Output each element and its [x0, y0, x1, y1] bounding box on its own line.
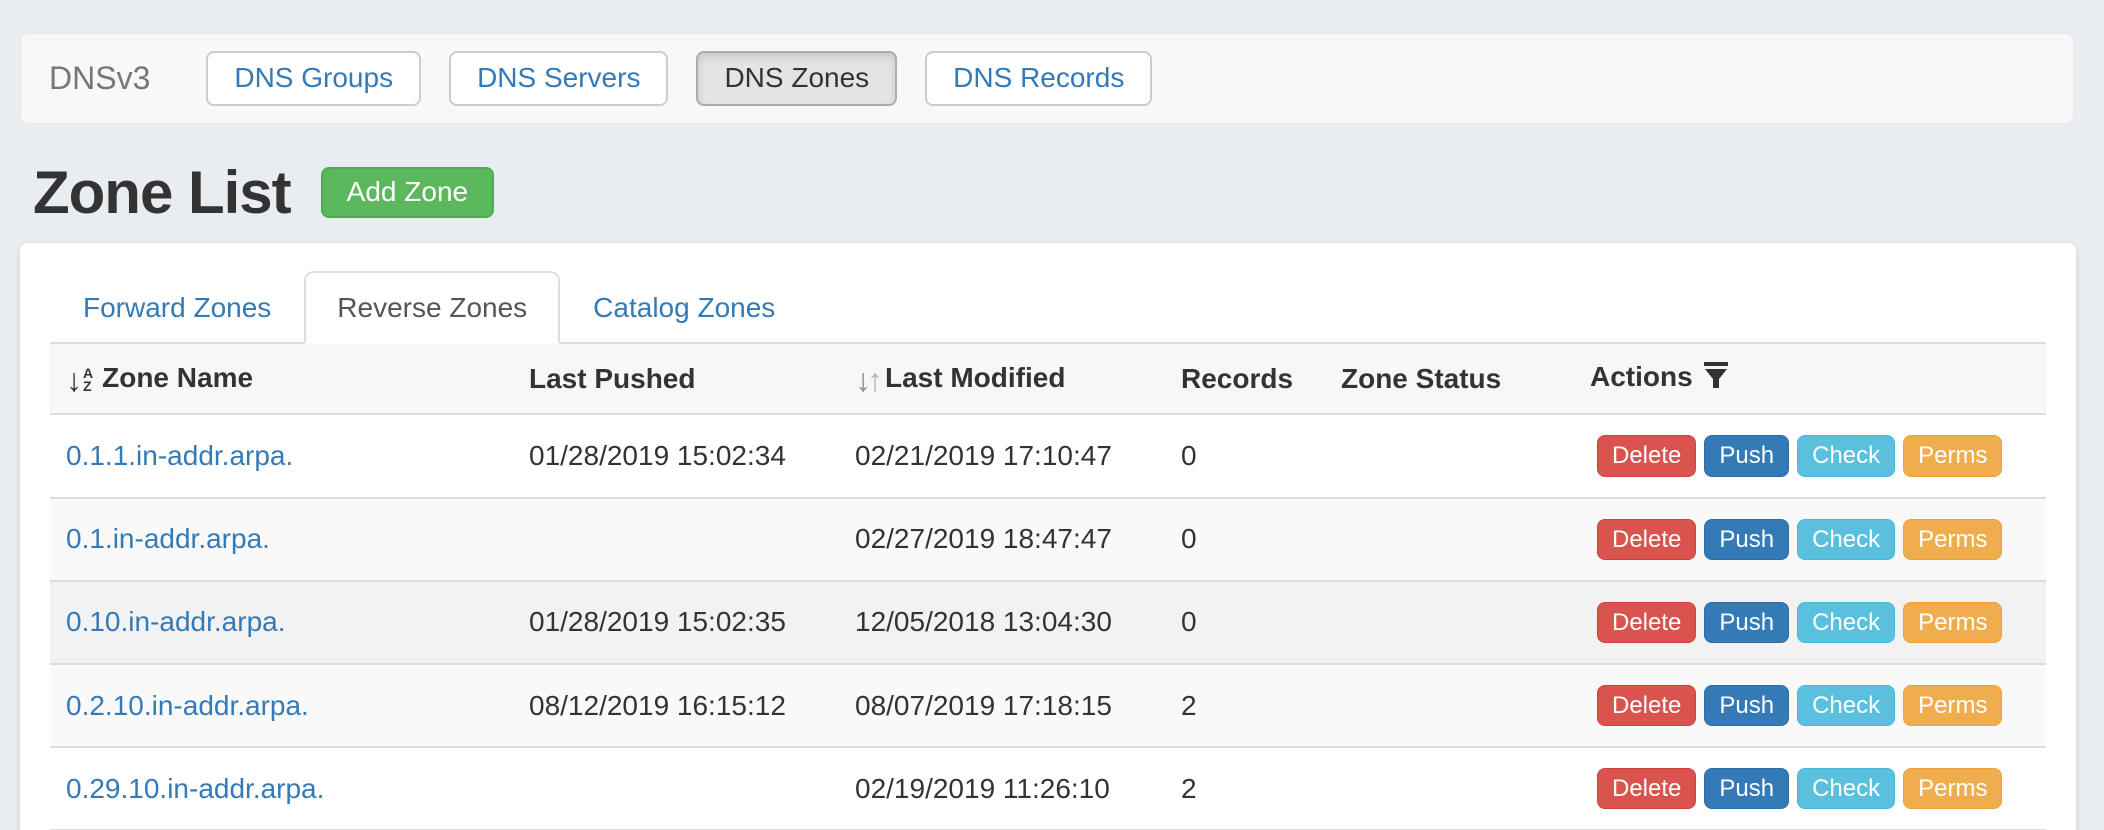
records-cell: 2 — [1165, 747, 1325, 830]
tab-reverse-zones[interactable]: Reverse Zones — [304, 271, 560, 344]
last-modified-cell: 02/27/2019 18:47:47 — [839, 498, 1165, 581]
delete-button[interactable]: Delete — [1597, 685, 1696, 726]
perms-button[interactable]: Perms — [1903, 685, 2002, 726]
last-pushed-cell: 08/12/2019 16:15:12 — [513, 664, 839, 747]
zone-name-cell: 0.29.10.in-addr.arpa. — [50, 747, 513, 830]
column-header-actions: Actions — [1574, 344, 2046, 414]
delete-button[interactable]: Delete — [1597, 602, 1696, 643]
page-title: Zone List — [33, 158, 291, 227]
tab-catalog-zones[interactable]: Catalog Zones — [560, 271, 808, 344]
push-button[interactable]: Push — [1704, 685, 1789, 726]
last-modified-cell: 12/05/2018 13:04:30 — [839, 581, 1165, 664]
zone-name-cell: 0.1.1.in-addr.arpa. — [50, 414, 513, 497]
perms-button[interactable]: Perms — [1903, 519, 2002, 560]
app-brand: DNSv3 — [49, 60, 150, 97]
nav-dns-groups[interactable]: DNS Groups — [206, 51, 421, 106]
zone-link[interactable]: 0.1.1.in-addr.arpa. — [66, 440, 293, 471]
sort-alpha-down-icon: ↓AZ — [66, 364, 93, 396]
zone-tabs: Forward ZonesReverse ZonesCatalog Zones — [50, 271, 2046, 344]
zone-link[interactable]: 0.10.in-addr.arpa. — [66, 606, 286, 637]
check-button[interactable]: Check — [1797, 685, 1895, 726]
check-button[interactable]: Check — [1797, 435, 1895, 476]
last-modified-cell: 02/19/2019 11:26:10 — [839, 747, 1165, 830]
last-modified-cell: 08/07/2019 17:18:15 — [839, 664, 1165, 747]
delete-button[interactable]: Delete — [1597, 768, 1696, 809]
zone-status-cell — [1325, 747, 1574, 830]
check-button[interactable]: Check — [1797, 519, 1895, 560]
zone-list-panel: Forward ZonesReverse ZonesCatalog Zones … — [20, 243, 2076, 830]
toolbar-nav: DNS Groups DNS Servers DNS Zones DNS Record… — [206, 51, 1180, 106]
delete-button[interactable]: Delete — [1597, 435, 1696, 476]
zone-name-cell: 0.2.10.in-addr.arpa. — [50, 664, 513, 747]
push-button[interactable]: Push — [1704, 519, 1789, 560]
table-row: 0.29.10.in-addr.arpa. 02/19/2019 11:26:10… — [50, 747, 2046, 830]
table-row: 0.1.in-addr.arpa. 02/27/2019 18:47:470 Del… — [50, 498, 2046, 581]
column-header-last-modified[interactable]: ↓↑Last Modified — [839, 344, 1165, 414]
nav-dns-zones[interactable]: DNS Zones — [696, 51, 897, 106]
perms-button[interactable]: Perms — [1903, 768, 2002, 809]
zone-status-cell — [1325, 414, 1574, 497]
actions-cell: DeletePushCheckPerms — [1574, 414, 2046, 497]
sort-arrows-icon: ↓↑ — [855, 364, 879, 396]
delete-button[interactable]: Delete — [1597, 519, 1696, 560]
column-header-last-pushed[interactable]: Last Pushed — [513, 344, 839, 414]
table-header-row: ↓AZZone Name Last Pushed ↓↑Last Modified… — [50, 344, 2046, 414]
last-pushed-cell: 01/28/2019 15:02:35 — [513, 581, 839, 664]
zone-status-cell — [1325, 581, 1574, 664]
column-header-records[interactable]: Records — [1165, 344, 1325, 414]
perms-button[interactable]: Perms — [1903, 602, 2002, 643]
app-toolbar: DNSv3 DNS GroupsDNS ServersDNS ZonesDNS … — [20, 33, 2074, 124]
table-row: 0.1.1.in-addr.arpa. 01/28/2019 15:02:3402… — [50, 414, 2046, 497]
actions-cell: DeletePushCheckPerms — [1574, 581, 2046, 664]
records-cell: 2 — [1165, 664, 1325, 747]
records-cell: 0 — [1165, 498, 1325, 581]
column-header-zone-status[interactable]: Zone Status — [1325, 344, 1574, 414]
actions-cell: DeletePushCheckPerms — [1574, 664, 2046, 747]
push-button[interactable]: Push — [1704, 602, 1789, 643]
tab-forward-zones[interactable]: Forward Zones — [50, 271, 304, 344]
perms-button[interactable]: Perms — [1903, 435, 2002, 476]
table-row: 0.10.in-addr.arpa. 01/28/2019 15:02:3512/… — [50, 581, 2046, 664]
actions-cell: DeletePushCheckPerms — [1574, 747, 2046, 830]
page-head: Zone List Add Zone — [33, 158, 2104, 227]
zone-link[interactable]: 0.1.in-addr.arpa. — [66, 523, 270, 554]
nav-dns-servers[interactable]: DNS Servers — [449, 51, 668, 106]
zone-table: ↓AZZone Name Last Pushed ↓↑Last Modified… — [50, 344, 2046, 830]
zone-status-cell — [1325, 498, 1574, 581]
last-pushed-cell: 01/28/2019 15:02:34 — [513, 414, 839, 497]
table-row: 0.2.10.in-addr.arpa. 08/12/2019 16:15:120… — [50, 664, 2046, 747]
zone-link[interactable]: 0.2.10.in-addr.arpa. — [66, 690, 309, 721]
push-button[interactable]: Push — [1704, 768, 1789, 809]
last-modified-cell: 02/21/2019 17:10:47 — [839, 414, 1165, 497]
zone-status-cell — [1325, 664, 1574, 747]
last-pushed-cell — [513, 498, 839, 581]
actions-cell: DeletePushCheckPerms — [1574, 498, 2046, 581]
zone-name-cell: 0.1.in-addr.arpa. — [50, 498, 513, 581]
column-header-zone-name[interactable]: ↓AZZone Name — [50, 344, 513, 414]
filter-icon[interactable] — [1703, 361, 1729, 396]
add-zone-button[interactable]: Add Zone — [321, 167, 494, 218]
records-cell: 0 — [1165, 581, 1325, 664]
check-button[interactable]: Check — [1797, 602, 1895, 643]
push-button[interactable]: Push — [1704, 435, 1789, 476]
last-pushed-cell — [513, 747, 839, 830]
zone-link[interactable]: 0.29.10.in-addr.arpa. — [66, 773, 324, 804]
zone-name-cell: 0.10.in-addr.arpa. — [50, 581, 513, 664]
records-cell: 0 — [1165, 414, 1325, 497]
nav-dns-records[interactable]: DNS Records — [925, 51, 1152, 106]
check-button[interactable]: Check — [1797, 768, 1895, 809]
